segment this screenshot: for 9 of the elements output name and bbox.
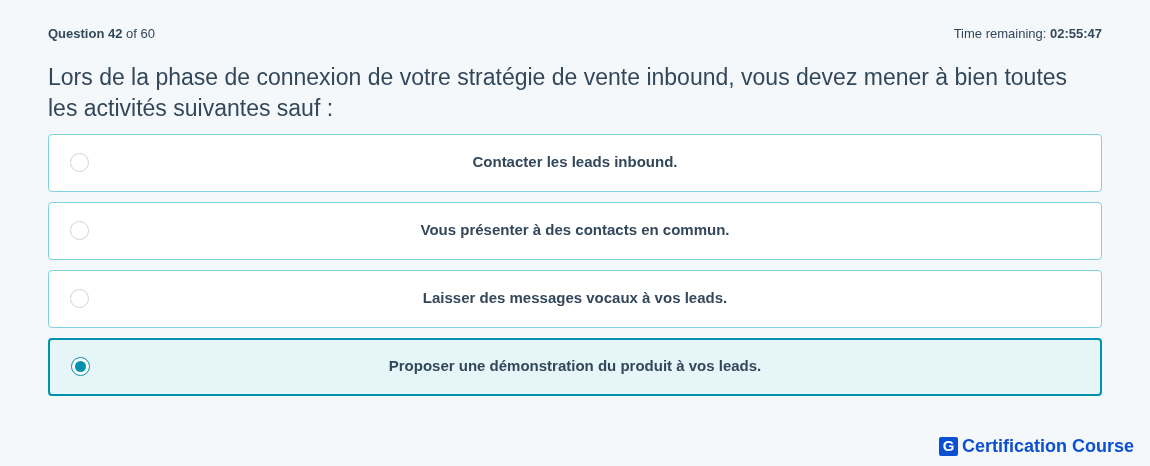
- brand-name: Certification Course: [961, 435, 1134, 458]
- answer-option[interactable]: Contacter les leads inbound.: [48, 133, 1102, 192]
- logo-icon: G: [938, 437, 958, 456]
- answer-option[interactable]: Proposer une démonstration du produit à vos leads.: [48, 337, 1102, 396]
- answer-option[interactable]: Vous présenter à des contacts en commun.: [48, 201, 1102, 260]
- question-text: Lors de la phase de connexion de votre stratégie de vente inbound, vous devez mener à bien toutes les activités suivantes sauf :: [48, 62, 1069, 123]
- radio-button[interactable]: [71, 357, 90, 376]
- answer-option[interactable]: Laisser des messages vocaux à vos leads.: [48, 269, 1102, 328]
- time-remaining: Time remaining: 02:55:47: [953, 25, 1102, 43]
